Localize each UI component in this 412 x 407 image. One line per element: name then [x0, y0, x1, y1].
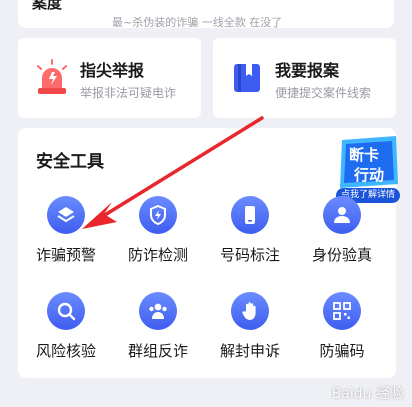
tool-label: 身份验真 — [311, 246, 372, 264]
tool-label: 群组反诈 — [127, 342, 188, 360]
qr-code-icon — [323, 292, 361, 330]
report-card-subtitle: 便捷提交案件线索 — [275, 86, 372, 100]
top-partial-card[interactable]: 案度 最~杀伪装的诈骗 一线全款 在没了 — [18, 0, 394, 28]
group-icon — [139, 292, 177, 330]
layers-icon — [47, 196, 85, 234]
tool-label: 防诈检测 — [127, 246, 188, 264]
watermark: Baidu 经验 — [331, 386, 404, 402]
tool-number-mark[interactable]: 号码标注 — [204, 196, 294, 276]
tool-label: 号码标注 — [219, 246, 280, 264]
badge-line1: 断卡 — [349, 146, 380, 164]
person-verify-icon — [323, 196, 361, 234]
tool-label: 诈骗预警 — [35, 246, 96, 264]
tool-risk-check[interactable]: 风险核验 — [20, 292, 110, 372]
tool-fraud-warning[interactable]: 诈骗预警 — [20, 196, 110, 276]
alarm-light-icon — [37, 59, 67, 94]
search-icon — [47, 292, 85, 330]
case-book-icon — [234, 64, 260, 92]
tool-anti-scam-code[interactable]: 防骗码 — [296, 292, 386, 372]
tool-unblock-appeal[interactable]: 解封申诉 — [204, 292, 294, 372]
security-tools-section: 安全工具 断卡 行动 点我了解详情 诈骗预警 防诈检测 号码标注 身份验真 风险… — [18, 128, 400, 378]
section-title: 安全工具 — [36, 152, 104, 172]
top-card-subtitle: 最~杀伪装的诈骗 一线全款 在没了 — [112, 16, 283, 28]
shield-bolt-icon — [139, 196, 177, 234]
fingertip-report-card[interactable]: 指尖举报 举报非法可疑电诈 — [18, 38, 201, 118]
tool-group-anti-fraud[interactable]: 群组反诈 — [112, 292, 202, 372]
hand-icon — [231, 292, 269, 330]
tool-label: 防骗码 — [319, 342, 365, 360]
tool-label: 解封申诉 — [219, 342, 280, 360]
tool-label: 风险核验 — [35, 342, 96, 360]
top-card-title: 案度 — [32, 0, 63, 12]
badge-line2: 行动 — [354, 166, 385, 184]
report-card-title: 指尖举报 — [80, 61, 145, 80]
report-card-title: 我要报案 — [275, 61, 340, 80]
tool-identity-verify[interactable]: 身份验真 — [296, 196, 386, 276]
report-card-subtitle: 举报非法可疑电诈 — [80, 86, 177, 100]
phone-icon — [231, 196, 269, 234]
tool-fraud-detection[interactable]: 防诈检测 — [112, 196, 202, 276]
card-break-action-badge[interactable]: 断卡 行动 点我了解详情 — [336, 134, 402, 204]
file-case-card[interactable]: 我要报案 便捷提交案件线索 — [213, 38, 396, 118]
